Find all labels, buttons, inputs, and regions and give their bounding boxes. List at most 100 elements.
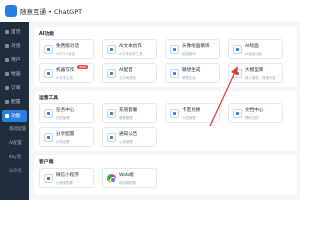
sidebar-item-users[interactable]: 用户 (2, 54, 27, 66)
card-title: 联想生成 (182, 68, 201, 73)
section-clients: 客户端 微信小程序 小程序配置 Web端 网页端配置 (34, 155, 297, 195)
card-subtitle: 帮助文档 (245, 116, 259, 120)
image-icon (5, 72, 9, 76)
new-badge: NEW (77, 65, 89, 69)
main-content: AI功能 免费版对话 GPT3.5对话 AI文本创作 AI文本创作工具 头像绘画… (29, 22, 300, 200)
card-title: 免费版对话 (56, 44, 79, 49)
top-bar: 随意互通 • ChatGPT (0, 0, 300, 23)
megaphone-icon (107, 133, 116, 142)
tool-card[interactable]: 文档中心 帮助文档 (228, 103, 283, 123)
card-subtitle: 小程序配置 (56, 181, 73, 185)
gear-icon (5, 100, 9, 104)
document-icon (233, 109, 242, 118)
mini-program-icon (44, 174, 53, 183)
card-subtitle: GPT3.5对话 (56, 52, 75, 56)
card-subtitle: AI文本生成 (56, 76, 73, 80)
feature-card[interactable]: 联想生成 联想生成 (165, 63, 220, 83)
grid-icon (5, 114, 9, 118)
section-title: AI功能 (39, 32, 55, 37)
sidebar-item-chat[interactable]: 对话 (2, 40, 27, 52)
card-title: 通知公告 (119, 132, 138, 137)
sidebar-item-label: 配置 (11, 100, 21, 105)
card-title: 充值套餐 (119, 108, 138, 113)
share-icon (44, 133, 53, 142)
model-library-icon (233, 69, 242, 78)
card-subtitle: 接入模型，快速问答 (245, 76, 276, 80)
card-subtitle: 公告管理 (119, 140, 133, 144)
feature-card[interactable]: 大模型库 接入模型，快速问答 (228, 63, 283, 83)
card-subtitle: 套餐管理 (119, 116, 133, 120)
sidebar: 首页 对话 用户 绘画 订单 配置 功能 基础配置 AI配置 Key池 公众号 (0, 22, 29, 200)
order-icon (5, 86, 9, 90)
sidebar-subitem-key-pool[interactable]: Key池 (9, 154, 21, 160)
logo-icon (5, 5, 17, 17)
card-title: 头像绘画模块 (182, 44, 210, 49)
sidebar-item-label: 绘画 (11, 72, 21, 77)
pen-icon (44, 69, 53, 78)
card-title: 机器写作 (56, 68, 75, 73)
card-subtitle: 联想生成 (182, 76, 196, 80)
card-subtitle: 网页端配置 (119, 181, 136, 185)
tool-card[interactable]: 卡密兑换 卡密管理 (165, 103, 220, 123)
card-title: 分享配置 (56, 132, 75, 137)
card-subtitle: AI文本创作工具 (119, 52, 143, 56)
task-icon (44, 109, 53, 118)
client-card[interactable]: Web端 网页端配置 (102, 168, 157, 188)
user-icon (5, 58, 9, 62)
chat-icon (5, 44, 9, 48)
section-title: 客户端 (39, 160, 54, 165)
card-title: 大模型库 (245, 68, 264, 73)
card-title: AI文本创作 (119, 44, 142, 49)
client-card[interactable]: 微信小程序 小程序配置 (39, 168, 94, 188)
document-icon (107, 45, 116, 54)
feature-card[interactable]: AI配音 文字转语音 (102, 63, 157, 83)
sidebar-item-label: 功能 (11, 114, 21, 119)
tool-card[interactable]: 分享配置 分享设置 (39, 127, 94, 147)
tool-card[interactable]: 充值套餐 套餐管理 (102, 103, 157, 123)
feature-card[interactable]: 头像绘画模块 绘画模块 (165, 39, 220, 59)
feature-card[interactable]: AI绘画 AI绘画功能 (228, 39, 283, 59)
sidebar-item-label: 用户 (11, 58, 21, 63)
tool-card[interactable]: 任务中心 任务管理 (39, 103, 94, 123)
paint-icon (233, 45, 242, 54)
sidebar-item-orders[interactable]: 订单 (2, 82, 27, 94)
card-subtitle: 文字转语音 (119, 76, 136, 80)
card-title: 文档中心 (245, 108, 264, 113)
app-title: 随意互通 • ChatGPT (20, 8, 83, 16)
sidebar-item-config[interactable]: 配置 (2, 96, 27, 108)
card-title: AI配音 (119, 68, 133, 73)
lightbulb-icon (170, 69, 179, 78)
card-title: AI绘画 (245, 44, 259, 49)
sidebar-subitem-basic-config[interactable]: 基础配置 (9, 126, 26, 132)
card-subtitle: 分享设置 (56, 140, 70, 144)
tool-card[interactable]: 通知公告 公告管理 (102, 127, 157, 147)
sidebar-subitem-ai-config[interactable]: AI配置 (9, 140, 22, 146)
card-title: 任务中心 (56, 108, 75, 113)
avatar-icon (170, 45, 179, 54)
chrome-icon (107, 174, 116, 183)
microphone-icon (107, 69, 116, 78)
sidebar-item-home[interactable]: 首页 (2, 26, 27, 38)
feature-card[interactable]: AI文本创作 AI文本创作工具 (102, 39, 157, 59)
section-title: 运营工具 (39, 96, 59, 101)
card-title: 微信小程序 (56, 173, 79, 178)
section-operation-tools: 运营工具 任务中心 任务管理 充值套餐 套餐管理 卡密兑换 卡密管理 文档中心 … (34, 91, 297, 151)
card-title: Web端 (119, 173, 134, 178)
sidebar-item-features[interactable]: 功能 (2, 110, 27, 122)
package-icon (107, 109, 116, 118)
card-subtitle: AI绘画功能 (245, 52, 262, 56)
card-subtitle: 任务管理 (56, 116, 70, 120)
sidebar-item-label: 订单 (11, 86, 21, 91)
card-subtitle: 绘画模块 (182, 52, 196, 56)
card-subtitle: 卡密管理 (182, 116, 196, 120)
section-ai-features: AI功能 免费版对话 GPT3.5对话 AI文本创作 AI文本创作工具 头像绘画… (34, 27, 297, 87)
sidebar-item-label: 对话 (11, 44, 21, 49)
sidebar-item-label: 首页 (11, 30, 21, 35)
feature-card[interactable]: 免费版对话 GPT3.5对话 (39, 39, 94, 59)
home-icon (5, 30, 9, 34)
feature-card[interactable]: 机器写作 AI文本生成 NEW (39, 63, 94, 83)
sidebar-subitem-official-account[interactable]: 公众号 (9, 168, 22, 174)
chat-icon (44, 45, 53, 54)
sidebar-item-drawing[interactable]: 绘画 (2, 68, 27, 80)
card-key-icon (170, 109, 179, 118)
